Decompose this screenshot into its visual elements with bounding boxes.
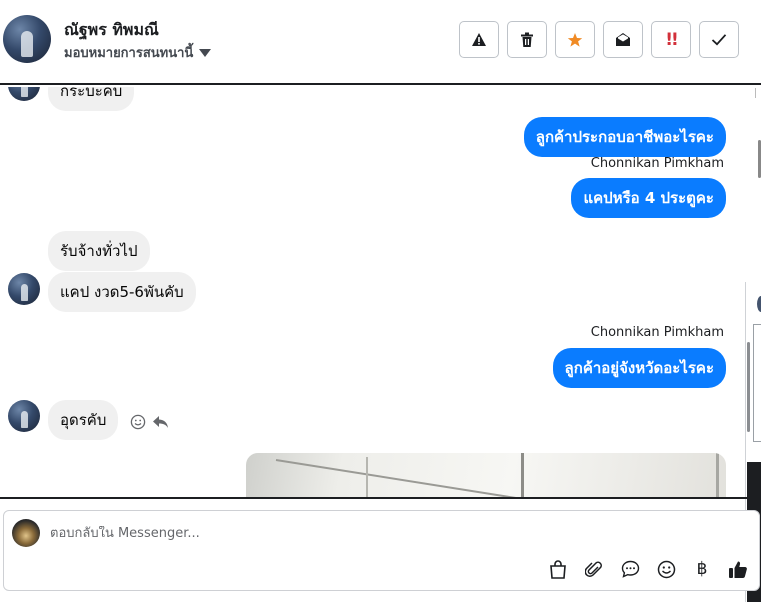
report-spam-button[interactable] — [459, 21, 499, 58]
caret-down-icon — [199, 48, 212, 57]
like-button[interactable] — [727, 558, 749, 580]
mark-read-icon — [616, 33, 630, 46]
paperclip-icon — [585, 561, 602, 577]
star-icon — [567, 32, 583, 47]
thumbs-up-icon — [729, 561, 747, 578]
mark-read-button[interactable] — [603, 21, 643, 58]
composer-actions: ฿ — [547, 558, 749, 580]
emoji-icon — [657, 560, 675, 578]
contact-avatar-small — [8, 273, 40, 305]
chat-bubble-icon — [621, 560, 639, 578]
trash-icon — [521, 32, 533, 47]
incoming-message[interactable]: แคป งวด5-6พันคับ — [48, 272, 196, 312]
contact-avatar-small — [8, 87, 40, 101]
contact-name[interactable]: ณัฐพร ทิพมณี — [64, 18, 159, 43]
contact-avatar[interactable] — [3, 15, 51, 63]
baht-icon: ฿ — [696, 559, 708, 579]
urgent-button[interactable]: !! — [651, 21, 691, 58]
incoming-message[interactable]: กระบะคับ — [48, 87, 135, 111]
incoming-message[interactable]: อุดรคับ — [48, 400, 119, 440]
urgent-icon: !! — [665, 29, 678, 50]
react-emoji-icon[interactable] — [130, 414, 146, 430]
bag-icon — [550, 559, 566, 579]
star-button[interactable] — [555, 21, 595, 58]
shop-button[interactable] — [547, 558, 569, 580]
mark-done-button[interactable] — [699, 21, 739, 58]
thread-toolbar: !! — [459, 21, 739, 58]
outgoing-message[interactable]: ลูกค้าอยู่จังหวัดอะไรคะ — [552, 348, 726, 388]
sender-name: Chonnikan Pimkham — [590, 325, 724, 340]
attach-button[interactable] — [583, 558, 605, 580]
emoji-button[interactable] — [655, 558, 677, 580]
saved-replies-button[interactable] — [619, 558, 641, 580]
composer-divider — [0, 497, 761, 499]
delete-button[interactable] — [507, 21, 547, 58]
messenger-inbox-thread: ณัฐพร ทิพมณี มอบหมายการสนทนานี้ !! กระบะ… — [0, 0, 761, 602]
incoming-message[interactable]: รับจ้างทั่วไป — [48, 231, 150, 271]
image-attachment[interactable] — [246, 453, 726, 497]
reply-icon[interactable] — [152, 415, 169, 429]
warning-icon — [472, 33, 486, 46]
outgoing-message[interactable]: แคปหรือ 4 ประตูคะ — [571, 178, 726, 218]
assign-conversation-dropdown[interactable]: มอบหมายการสนทนานี้ — [64, 42, 212, 63]
check-icon — [711, 34, 727, 46]
outgoing-message[interactable]: ลูกค้าประกอบอาชีพอะไรคะ — [523, 117, 726, 157]
reply-input[interactable] — [50, 526, 650, 541]
thread-header: ณัฐพร ทิพมณี มอบหมายการสนทนานี้ !! — [0, 0, 761, 85]
page-avatar — [12, 519, 40, 547]
reply-composer: ฿ — [3, 510, 760, 591]
message-actions — [130, 414, 169, 430]
contact-avatar-small — [8, 400, 40, 432]
assign-conversation-label: มอบหมายการสนทนานี้ — [64, 46, 194, 61]
payment-button[interactable]: ฿ — [691, 558, 713, 580]
sender-name: Chonnikan Pimkham — [590, 156, 724, 171]
message-list[interactable]: กระบะคับ ลูกค้าประกอบอาชีพอะไรคะ Chonnik… — [0, 87, 761, 497]
side-panel-edge — [755, 88, 761, 98]
